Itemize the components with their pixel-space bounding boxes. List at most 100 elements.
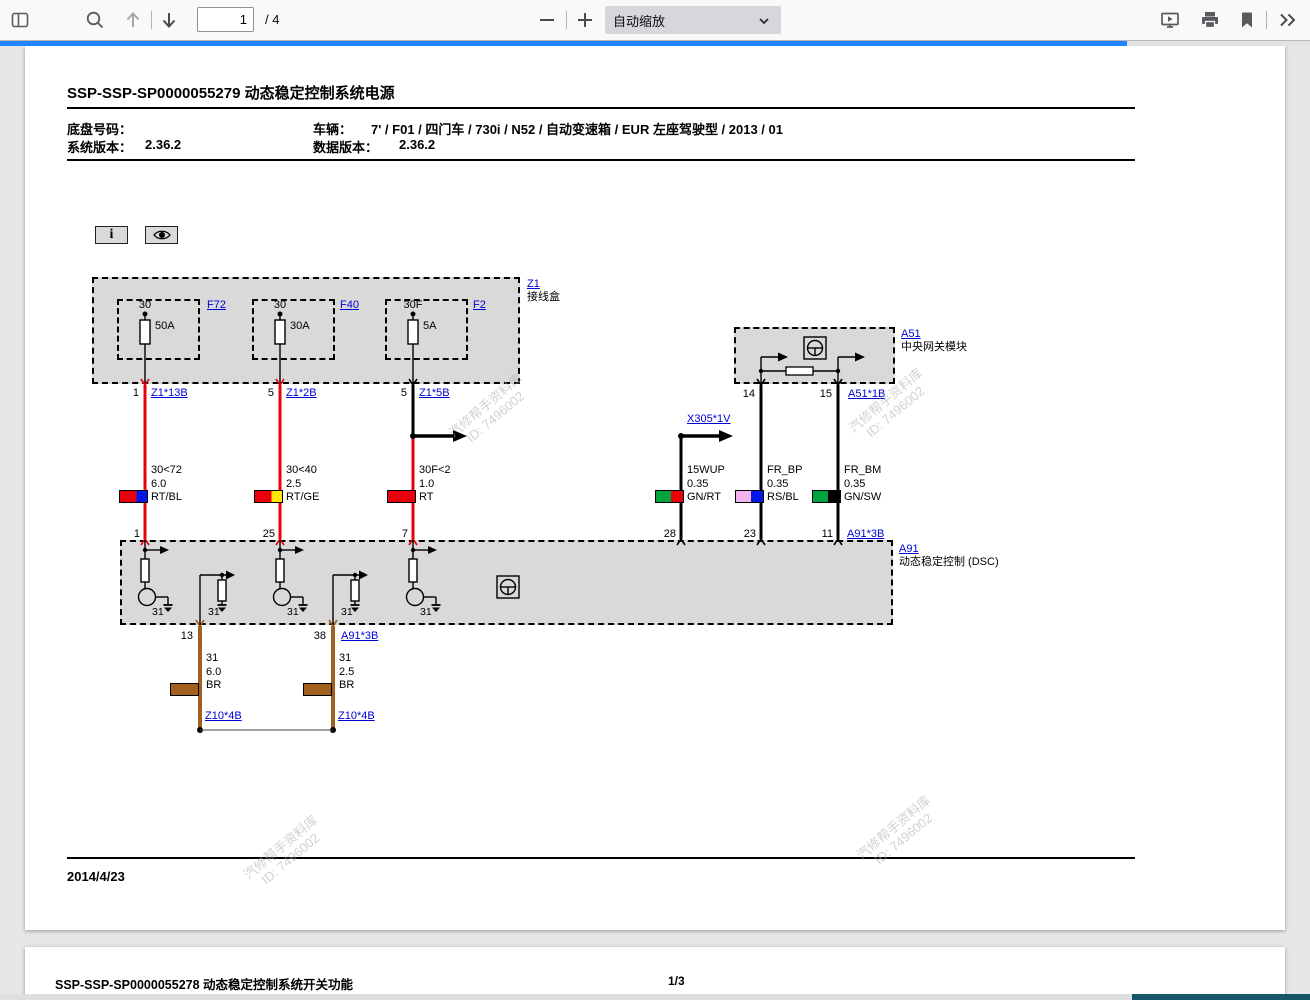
a51-link[interactable]: A51 [901,328,921,340]
wire-color-swatch-rsbl [735,490,764,503]
page-number-input[interactable] [197,7,254,32]
presentation-icon [1159,9,1181,31]
visibility-button[interactable] [145,226,178,244]
chevron-down-icon [759,18,769,24]
z1-link[interactable]: Z1 [527,278,540,290]
plus-icon [574,9,596,31]
z10-connector-2[interactable]: Z10*4B [338,710,375,722]
fuse-f72-link[interactable]: F72 [207,299,226,311]
a51-name: 中央网关模块 [901,341,967,353]
a91-connector-3b-top-label[interactable]: A91*3B [847,528,884,540]
find-button[interactable] [81,6,109,34]
zoom-select[interactable]: 自动缩放 [605,6,781,34]
dsc-box-a91 [120,540,893,625]
fuse-f40-rating: 30A [290,320,310,332]
a91-pin-1: 1 [120,528,140,540]
a91-connector-3b-bottom-label[interactable]: A91*3B [341,630,378,642]
wire-label-30f-2: 30F<21.0RT [419,464,451,505]
z10-connector-1[interactable]: Z10*4B [205,710,242,722]
header-rule [67,107,1135,109]
toolbar-divider [566,11,567,29]
wire-label-30-40: 30<402.5RT/GE [286,464,319,505]
next-page-indicator: 1/3 [668,974,685,988]
a91-link[interactable]: A91 [899,543,919,555]
z1-connector-2b-label[interactable]: Z1*2B [286,387,317,399]
z1-connector-5b[interactable]: Z1*5B [419,387,450,399]
header-rule [67,159,1135,161]
a51-pin-15: 15 [812,388,832,400]
a91-pin-7: 7 [388,528,408,540]
sidebar-icon [9,9,31,31]
wiring-diagram-graphics [25,46,1285,930]
internal-ground-label: 31 [287,606,299,618]
fuse-f72-link-label[interactable]: F72 [207,299,226,311]
a91-connector-3b-top[interactable]: A91*3B [847,528,884,540]
a91-pin-11: 11 [813,528,833,540]
a91-pin-28: 28 [656,528,676,540]
fuse-f40-terminal: 30 [264,299,296,311]
fuse-f72-terminal: 30 [129,299,161,311]
z1-connector-13b-label[interactable]: Z1*13B [151,387,188,399]
fuse-f2-link-label[interactable]: F2 [473,299,486,311]
z1-pin-5b: 5 [387,387,407,399]
watermark-text: 汽修帮手资料库 [854,792,933,862]
wire-color-swatch-rtge [254,490,283,503]
chassis-label: 底盘号码： [67,119,132,138]
footer-rule [67,857,1135,859]
a51-connector-1b[interactable]: A51*1B [848,388,885,400]
a91-name: 动态稳定控制 (DSC) [899,556,999,568]
double-chevron-right-icon [1277,9,1299,31]
print-button[interactable] [1196,6,1224,34]
z1-connector-2b[interactable]: Z1*2B [286,387,317,399]
x305-link[interactable]: X305*1V [687,413,730,425]
watermark: 汽修帮手资料库 ID: 7496002 [854,792,943,873]
gateway-box-a51 [734,327,895,384]
fuse-f2-link[interactable]: F2 [473,299,486,311]
z1-connector-13b[interactable]: Z1*13B [151,387,188,399]
watermark: 汽修帮手资料库 ID: 7496002 [241,812,330,893]
internal-ground-label: 31 [208,606,220,618]
a51-pin-14: 14 [735,388,755,400]
z1-pin-5a: 5 [254,387,274,399]
a91-link-label[interactable]: A91 [899,543,919,555]
toolbar-divider [151,11,152,29]
wire-label-fr-bm: FR_BM0.35GN/SW [844,464,881,505]
zoom-in-button[interactable] [571,6,599,34]
fuse-f2-terminal: 30F [397,299,429,311]
sidebar-toggle-button[interactable] [6,6,34,34]
next-document-title: SSP-SSP-SP0000055278 动态稳定控制系统开关功能 [55,974,353,993]
wire-color-swatch-br [303,683,332,696]
minus-icon [536,9,558,31]
fuse-f40-link[interactable]: F40 [340,299,359,311]
fuse-f40-link-label[interactable]: F40 [340,299,359,311]
previous-page-button[interactable] [119,6,147,34]
vehicle-value: 7' / F01 / 四门车 / 730i / N52 / 自动变速箱 / EU… [371,119,783,138]
internal-ground-label: 31 [341,606,353,618]
data-version-value: 2.36.2 [399,137,435,152]
presentation-mode-button[interactable] [1156,6,1184,34]
bookmark-button[interactable] [1233,6,1261,34]
z10-connector-1-label[interactable]: Z10*4B [205,710,242,722]
bottom-scrollbar-track[interactable] [0,994,1310,1000]
info-button[interactable]: i [95,226,128,244]
a91-pin-23: 23 [736,528,756,540]
z10-connector-2-label[interactable]: Z10*4B [338,710,375,722]
more-tools-button[interactable] [1274,6,1302,34]
a51-connector-1b-label[interactable]: A51*1B [848,388,885,400]
x305-link-label[interactable]: X305*1V [687,413,730,425]
wire-color-swatch-gnsw [812,490,841,503]
next-page-button[interactable] [155,6,183,34]
a51-link-label[interactable]: A51 [901,328,921,340]
wire-color-swatch-rtbl [119,490,148,503]
zoom-out-button[interactable] [533,6,561,34]
wire-label-15wup: 15WUP0.35GN/RT [687,464,725,505]
eye-icon [152,229,172,241]
document-title: SSP-SSP-SP0000055279 动态稳定控制系统电源 [67,82,395,103]
z1-connector-5b-label[interactable]: Z1*5B [419,387,450,399]
a91-connector-3b-bottom[interactable]: A91*3B [341,630,378,642]
loading-bar-track [0,41,1310,46]
internal-ground-label: 31 [152,606,164,618]
z1-link-label[interactable]: Z1 [527,278,540,290]
a91-pin-25: 25 [255,528,275,540]
fuse-f2-rating: 5A [423,320,436,332]
